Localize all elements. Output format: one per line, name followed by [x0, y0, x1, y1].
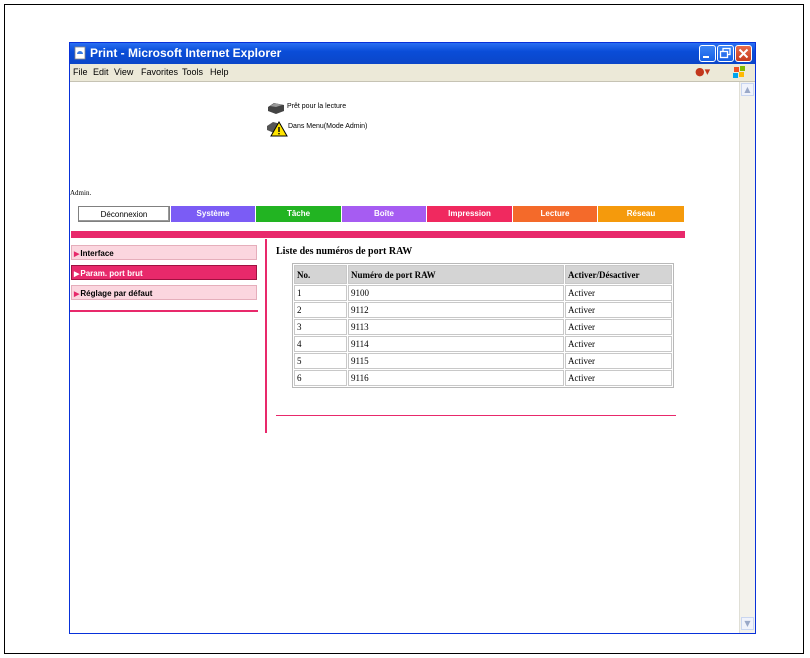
page-content: Prêt pour la lecture Dans Menu(Mode Admi… — [70, 82, 739, 633]
cell-status: Activer — [565, 336, 672, 352]
tab-boite[interactable]: Boîte — [342, 206, 426, 222]
cell-status: Activer — [565, 353, 672, 369]
tab-reseau[interactable]: Réseau — [598, 206, 684, 222]
menu-bar: File Edit View Favorites Tools Help ●▾ — [70, 64, 755, 82]
column-header-no: No. — [294, 265, 347, 284]
cell-port: 9114 — [348, 336, 564, 352]
window-title: Print - Microsoft Internet Explorer — [90, 46, 282, 60]
menu-edit[interactable]: Edit — [93, 67, 109, 77]
sidebar-item-interface[interactable]: ▶Interface — [71, 245, 257, 260]
cell-no: 2 — [294, 302, 347, 318]
sidebar-item-label: Interface — [80, 249, 114, 258]
status-ready: Prêt pour la lecture — [287, 103, 347, 110]
menu-file[interactable]: File — [73, 67, 88, 77]
content-bottom-divider — [276, 415, 676, 416]
sidebar-item-reglage-par-defaut[interactable]: ▶Réglage par défaut — [71, 285, 257, 300]
sidebar-divider — [70, 310, 258, 312]
cell-port: 9113 — [348, 319, 564, 335]
table-row: 2 9112 Activer — [294, 302, 672, 318]
cell-port: 9115 — [348, 353, 564, 369]
cell-port: 9112 — [348, 302, 564, 318]
warning-printer-icon — [267, 120, 288, 137]
cell-no: 6 — [294, 370, 347, 386]
tab-impression[interactable]: Impression — [427, 206, 512, 222]
table-row: 4 9114 Activer — [294, 336, 672, 352]
browser-window: Print - Microsoft Internet Explorer File… — [69, 42, 756, 634]
ie-page-icon — [74, 46, 86, 60]
close-button[interactable] — [735, 45, 752, 62]
sidebar-item-label: Param. port brut — [80, 269, 143, 278]
menu-tools[interactable]: Tools — [182, 67, 203, 77]
tab-lecture[interactable]: Lecture — [513, 206, 597, 222]
scroll-up-icon[interactable]: ▲ — [741, 83, 754, 96]
minimize-icon — [703, 56, 709, 58]
content-divider — [265, 239, 267, 433]
table-row: 3 9113 Activer — [294, 319, 672, 335]
restore-icon — [719, 47, 731, 59]
logout-button[interactable]: Déconnexion — [78, 206, 170, 222]
table-row: 1 9100 Activer — [294, 285, 672, 301]
arrow-right-icon: ▶ — [74, 291, 80, 298]
minimize-button[interactable] — [699, 45, 716, 62]
admin-label: Admin. — [70, 189, 92, 197]
cell-no: 3 — [294, 319, 347, 335]
menu-favorites[interactable]: Favorites — [141, 67, 178, 77]
cell-port: 9116 — [348, 370, 564, 386]
header-divider — [71, 231, 685, 238]
vertical-scrollbar[interactable]: ▲ ▼ — [739, 82, 755, 633]
cell-status: Activer — [565, 285, 672, 301]
restore-button[interactable] — [717, 45, 734, 62]
menu-help[interactable]: Help — [210, 67, 229, 77]
tab-systeme[interactable]: Système — [171, 206, 255, 222]
menu-view[interactable]: View — [114, 67, 133, 77]
page-title: Liste des numéros de port RAW — [276, 246, 413, 257]
title-bar: Print - Microsoft Internet Explorer — [70, 43, 755, 64]
tab-tache[interactable]: Tâche — [256, 206, 341, 222]
cell-no: 5 — [294, 353, 347, 369]
raw-port-table: No. Numéro de port RAW Activer/Désactive… — [292, 263, 674, 388]
table-row: 5 9115 Activer — [294, 353, 672, 369]
cell-port: 9100 — [348, 285, 564, 301]
scroll-down-icon[interactable]: ▼ — [741, 617, 754, 630]
toolbar-extra-icon[interactable]: ●▾ — [695, 65, 710, 78]
cell-no: 1 — [294, 285, 347, 301]
table-header-row: No. Numéro de port RAW Activer/Désactive… — [294, 265, 672, 284]
close-icon — [738, 48, 749, 59]
arrow-right-icon: ▶ — [74, 271, 80, 278]
cell-status: Activer — [565, 370, 672, 386]
printer-icon — [268, 103, 284, 114]
cell-no: 4 — [294, 336, 347, 352]
outer-frame: Print - Microsoft Internet Explorer File… — [4, 4, 804, 654]
sidebar-item-param-port-brut[interactable]: ▶Param. port brut — [71, 265, 257, 280]
arrow-right-icon: ▶ — [74, 251, 80, 258]
status-mode: Dans Menu(Mode Admin) — [288, 123, 368, 130]
column-header-status: Activer/Désactiver — [565, 265, 672, 284]
cell-status: Activer — [565, 319, 672, 335]
sidebar-item-label: Réglage par défaut — [80, 289, 153, 298]
table-row: 6 9116 Activer — [294, 370, 672, 386]
windows-logo-icon — [733, 66, 745, 78]
cell-status: Activer — [565, 302, 672, 318]
column-header-port: Numéro de port RAW — [348, 265, 564, 284]
